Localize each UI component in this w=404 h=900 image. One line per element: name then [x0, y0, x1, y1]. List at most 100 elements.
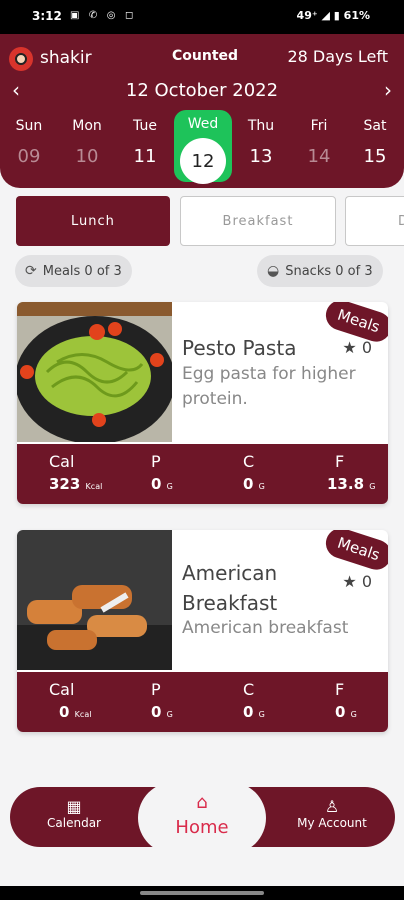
- meal-title-line: American: [182, 561, 278, 585]
- day-name: Fri: [310, 118, 328, 134]
- avatar-face-icon: [15, 53, 27, 65]
- calories-label: Cal: [49, 452, 75, 471]
- day-mon[interactable]: Mon 10: [58, 110, 116, 182]
- nav-calendar[interactable]: ▦ Calendar: [40, 787, 108, 847]
- fat-value: 13.8: [327, 475, 365, 493]
- day-name: Thu: [247, 118, 275, 134]
- fat-label: F: [335, 680, 345, 699]
- snacks-counter-label: Snacks 0 of 3: [285, 263, 373, 279]
- nutrition-bar: Cal 323 Kcal P 0 G C 0 G F 13.8 G: [17, 444, 388, 504]
- meal-tabs: Lunch Breakfast D: [0, 196, 404, 248]
- day-number: 12: [180, 138, 226, 184]
- status-time: 3:12: [32, 9, 62, 23]
- fat: F 0 G: [335, 680, 357, 721]
- person-icon: ♙: [324, 797, 340, 816]
- meal-description-line: protein.: [182, 389, 248, 409]
- protein: P 0 G: [151, 452, 173, 493]
- avatar[interactable]: [9, 47, 33, 71]
- nutrition-bar: Cal 0 Kcal P 0 G C 0 G F 0 G: [17, 672, 388, 732]
- protein: P 0 G: [151, 680, 173, 721]
- carbs-label: C: [243, 680, 255, 699]
- protein-label: P: [151, 680, 161, 699]
- current-date: 12 October 2022: [125, 80, 279, 101]
- refresh-icon: ⟳: [25, 263, 37, 279]
- status-bar: 3:12 ▣ ✆ ◎ ◻ 49⁺ ◢ ▮ 61%: [0, 0, 404, 34]
- meal-rating: ★ 0: [342, 572, 372, 591]
- meal-card[interactable]: American Breakfast American breakfast Me…: [17, 530, 388, 732]
- carbs: C 0 G: [243, 452, 265, 493]
- fat: F 13.8 G: [327, 452, 375, 493]
- day-number: 13: [249, 146, 273, 167]
- day-number: 14: [307, 146, 331, 167]
- header: shakir Counted 28 Days Left ‹ 12 October…: [0, 34, 404, 188]
- day-thu[interactable]: Thu 13: [232, 110, 290, 182]
- meal-title: Pesto Pasta: [182, 336, 297, 360]
- days-left: 28 Days Left: [287, 47, 388, 66]
- day-tue[interactable]: Tue 11: [116, 110, 174, 182]
- fat-value: 0: [335, 703, 346, 721]
- calories-value: 323: [49, 475, 81, 493]
- gram-unit: G: [166, 710, 173, 719]
- protein-value: 0: [151, 475, 162, 493]
- counted-label: Counted: [172, 48, 239, 64]
- meals-badge: Meals: [321, 530, 388, 574]
- gram-unit: G: [166, 482, 173, 491]
- carbs-value: 0: [243, 703, 254, 721]
- day-wed-selected[interactable]: Wed 12: [174, 110, 232, 184]
- calendar-icon: ▦: [66, 797, 82, 816]
- tab-breakfast[interactable]: Breakfast: [180, 196, 336, 246]
- gram-unit: G: [258, 710, 265, 719]
- meal-rating: ★ 0: [342, 338, 372, 357]
- day-name: Sat: [363, 118, 387, 134]
- calories-unit: Kcal: [85, 482, 103, 491]
- carbs-value: 0: [243, 475, 254, 493]
- carbs-label: C: [243, 452, 255, 471]
- home-icon: ⌂: [196, 792, 208, 813]
- calories: Cal 323 Kcal: [49, 452, 102, 493]
- carbs: C 0 G: [243, 680, 265, 721]
- nav-account-label: My Account: [297, 816, 367, 830]
- nav-home[interactable]: ⌂ Home: [138, 782, 266, 854]
- day-number: 11: [133, 146, 157, 167]
- notification-icons: ▣ ✆ ◎ ◻: [70, 10, 137, 21]
- fat-label: F: [335, 452, 345, 471]
- day-name: Mon: [72, 118, 102, 134]
- meal-description: Egg pasta for higher protein.: [182, 362, 356, 412]
- meal-card[interactable]: Pesto Pasta Egg pasta for higher protein…: [17, 302, 388, 504]
- day-number: 09: [17, 146, 41, 167]
- tab-dinner[interactable]: D: [345, 196, 404, 246]
- day-sat[interactable]: Sat 15: [346, 110, 404, 182]
- username: shakir: [40, 48, 92, 68]
- home-indicator[interactable]: [140, 891, 264, 895]
- day-fri[interactable]: Fri 14: [290, 110, 348, 182]
- snacks-counter: ◒ Snacks 0 of 3: [257, 255, 383, 287]
- meal-description-line: Egg pasta for higher: [182, 364, 356, 384]
- meal-title: American Breakfast: [182, 558, 277, 618]
- day-sun[interactable]: Sun 09: [0, 110, 58, 182]
- nav-home-label: Home: [175, 817, 229, 838]
- calories-value: 0: [59, 703, 70, 721]
- calories-label: Cal: [49, 680, 75, 699]
- meal-image-pesto-pasta: [17, 302, 175, 444]
- meal-image-american-breakfast: [17, 530, 172, 670]
- gram-unit: G: [369, 482, 376, 491]
- calories: Cal 0 Kcal: [49, 680, 91, 721]
- bowl-icon: ◒: [267, 263, 280, 279]
- nav-my-account[interactable]: ♙ My Account: [292, 787, 372, 847]
- tab-lunch[interactable]: Lunch: [16, 196, 170, 246]
- day-name: Wed: [187, 116, 219, 132]
- day-number: 10: [75, 146, 99, 167]
- status-right: 49⁺ ◢ ▮ 61%: [296, 9, 370, 22]
- day-name: Sun: [15, 118, 43, 134]
- chevron-right-icon[interactable]: ›: [384, 78, 392, 102]
- meals-counter: ⟳ Meals 0 of 3: [15, 255, 132, 287]
- day-name: Tue: [133, 118, 157, 134]
- protein-label: P: [151, 452, 161, 471]
- week-strip: Sun 09 Mon 10 Tue 11 Wed 12 Thu 13 Fri 1…: [0, 110, 404, 186]
- gram-unit: G: [350, 710, 357, 719]
- protein-value: 0: [151, 703, 162, 721]
- app-screen: shakir Counted 28 Days Left ‹ 12 October…: [0, 34, 404, 886]
- meal-title-line: Breakfast: [182, 591, 278, 615]
- meal-description: American breakfast: [182, 618, 349, 638]
- gesture-bar: [0, 886, 404, 900]
